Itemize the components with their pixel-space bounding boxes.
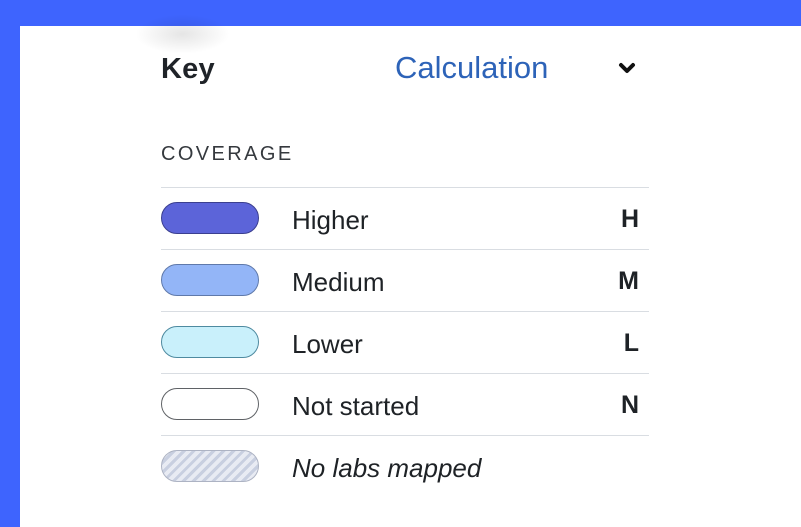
legend-item-medium: Medium M — [161, 249, 649, 311]
legend-code: N — [620, 391, 639, 419]
legend-code: H — [620, 205, 639, 233]
key-title: Key — [161, 53, 215, 85]
legend-item-lower: Lower L — [161, 311, 649, 373]
calculation-link[interactable]: Calculation — [395, 50, 548, 86]
coverage-swatch-lower — [161, 326, 259, 358]
coverage-section-label: COVERAGE — [161, 143, 294, 165]
chevron-down-icon[interactable] — [616, 58, 638, 80]
legend-label: Not started — [292, 391, 420, 421]
coverage-swatch-no-labs-mapped — [161, 450, 259, 482]
coverage-legend: Higher H Medium M Lower L Not started N … — [161, 187, 649, 497]
coverage-swatch-medium — [161, 264, 259, 296]
legend-item-no-labs-mapped: No labs mapped — [161, 435, 649, 497]
legend-label: Medium — [292, 267, 385, 297]
legend-item-higher: Higher H — [161, 187, 649, 249]
legend-label: Lower — [292, 329, 363, 359]
legend-label: Higher — [292, 205, 369, 235]
legend-code: L — [623, 329, 639, 357]
key-header: Key Calculation — [161, 48, 651, 88]
legend-label: No labs mapped — [292, 453, 482, 483]
legend-item-not-started: Not started N — [161, 373, 649, 435]
coverage-swatch-higher — [161, 202, 259, 234]
coverage-swatch-not-started — [161, 388, 259, 420]
legend-code: M — [618, 267, 639, 295]
